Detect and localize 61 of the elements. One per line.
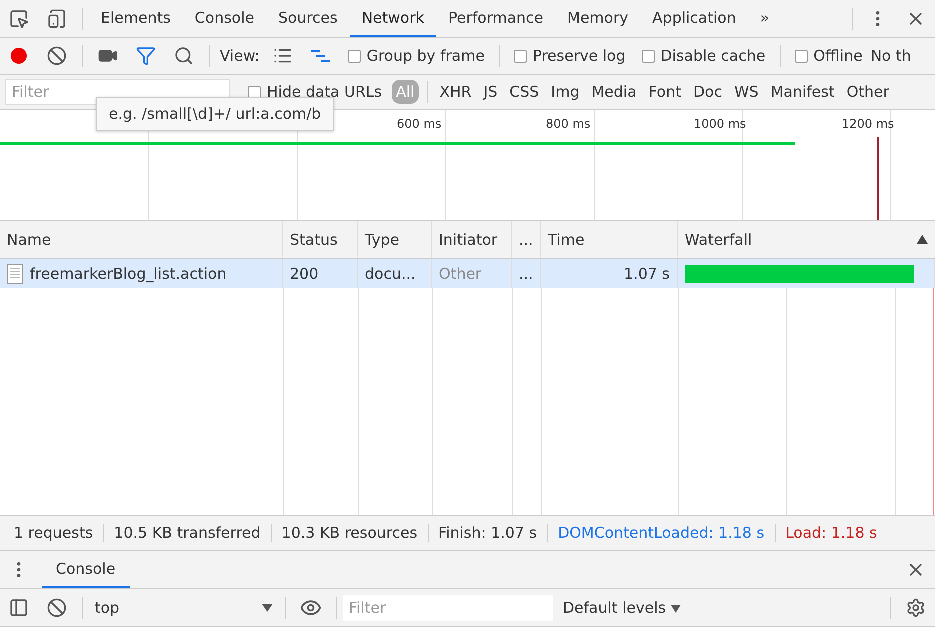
column-header[interactable]: Time — [541, 221, 678, 258]
type-filter-button[interactable]: JS — [480, 80, 502, 104]
tick-label: 1000 ms — [694, 117, 746, 131]
status-text: 1 requests — [4, 524, 104, 542]
view-label: View: — [220, 47, 260, 65]
panel-tab[interactable]: Sources — [266, 0, 350, 37]
status-text: Load: 1.18 s — [784, 524, 878, 542]
document-icon — [7, 264, 23, 284]
type-filter-button[interactable]: Media — [588, 80, 641, 104]
panel-tab[interactable]: Application — [640, 0, 748, 37]
column-header[interactable]: Status — [283, 221, 358, 258]
panel-tab[interactable]: Elements — [89, 0, 183, 37]
table-cell: docu... — [365, 264, 416, 282]
table-cell: 1.07 s — [624, 264, 670, 282]
column-header[interactable]: Initiator — [432, 221, 512, 258]
checkbox-label: Group by frame — [366, 47, 485, 65]
table-cell: ... — [519, 264, 534, 282]
context-select[interactable]: top — [89, 598, 279, 616]
type-filter-button[interactable]: Other — [842, 80, 894, 104]
panel-tab[interactable]: Performance — [436, 0, 556, 37]
status-text: 10.3 KB resources — [272, 524, 429, 542]
type-filter-button[interactable]: CSS — [506, 80, 544, 104]
panel-tab[interactable]: Memory — [556, 0, 641, 37]
tick-label: 600 ms — [397, 117, 442, 131]
caret-icon — [670, 604, 681, 612]
checkbox[interactable] — [348, 50, 361, 62]
column-title: Waterfall — [685, 230, 752, 248]
status-text: Finish: 1.07 s — [428, 524, 548, 542]
checkbox[interactable] — [514, 50, 527, 62]
sort-arrow-icon[interactable] — [917, 235, 928, 244]
column-header[interactable]: Type — [358, 221, 432, 258]
type-filter-button[interactable]: Img — [547, 80, 584, 104]
checkbox[interactable] — [248, 86, 261, 98]
tick-label: 800 ms — [546, 117, 591, 131]
tick-label: 1200 ms — [842, 117, 894, 131]
checkbox[interactable] — [794, 50, 808, 62]
checkbox-label: Preserve log — [532, 47, 626, 65]
more-tabs-button[interactable]: » — [748, 0, 782, 37]
type-filter-button[interactable]: Manifest — [766, 80, 839, 104]
type-filter-button[interactable]: WS — [730, 80, 763, 104]
table-cell: Other — [439, 264, 482, 282]
table-cell: 200 — [290, 264, 319, 282]
column-header[interactable]: Waterfall — [678, 221, 935, 258]
type-filter-button[interactable]: XHR — [436, 80, 476, 104]
status-text: 10.5 KB transferred — [104, 524, 272, 542]
request-row[interactable]: freemarkerBlog_list.action 200 docu... Other ... 1.07 s — [0, 259, 935, 288]
levels-select[interactable]: Default levels — [563, 598, 681, 616]
tooltip: e.g. /small[\d]+/ url:a.com/b — [96, 97, 334, 131]
status-text: DOMContentLoaded: 1.18 s — [548, 524, 776, 542]
checkbox-label: Offline — [814, 47, 863, 65]
checkbox-label: Disable cache — [660, 47, 766, 65]
caret-icon — [262, 604, 273, 612]
throttle-select[interactable]: No th — [870, 47, 912, 65]
panel-tab[interactable]: Console — [182, 0, 266, 37]
checkbox[interactable] — [642, 50, 655, 62]
column-header[interactable]: Name — [0, 221, 283, 258]
type-filter-button[interactable]: Doc — [689, 80, 726, 104]
column-header[interactable]: ... — [512, 221, 541, 258]
type-filter-button[interactable]: Font — [644, 80, 686, 104]
console-filter-field[interactable]: Filter — [343, 594, 553, 620]
table-cell: freemarkerBlog_list.action — [30, 264, 227, 282]
